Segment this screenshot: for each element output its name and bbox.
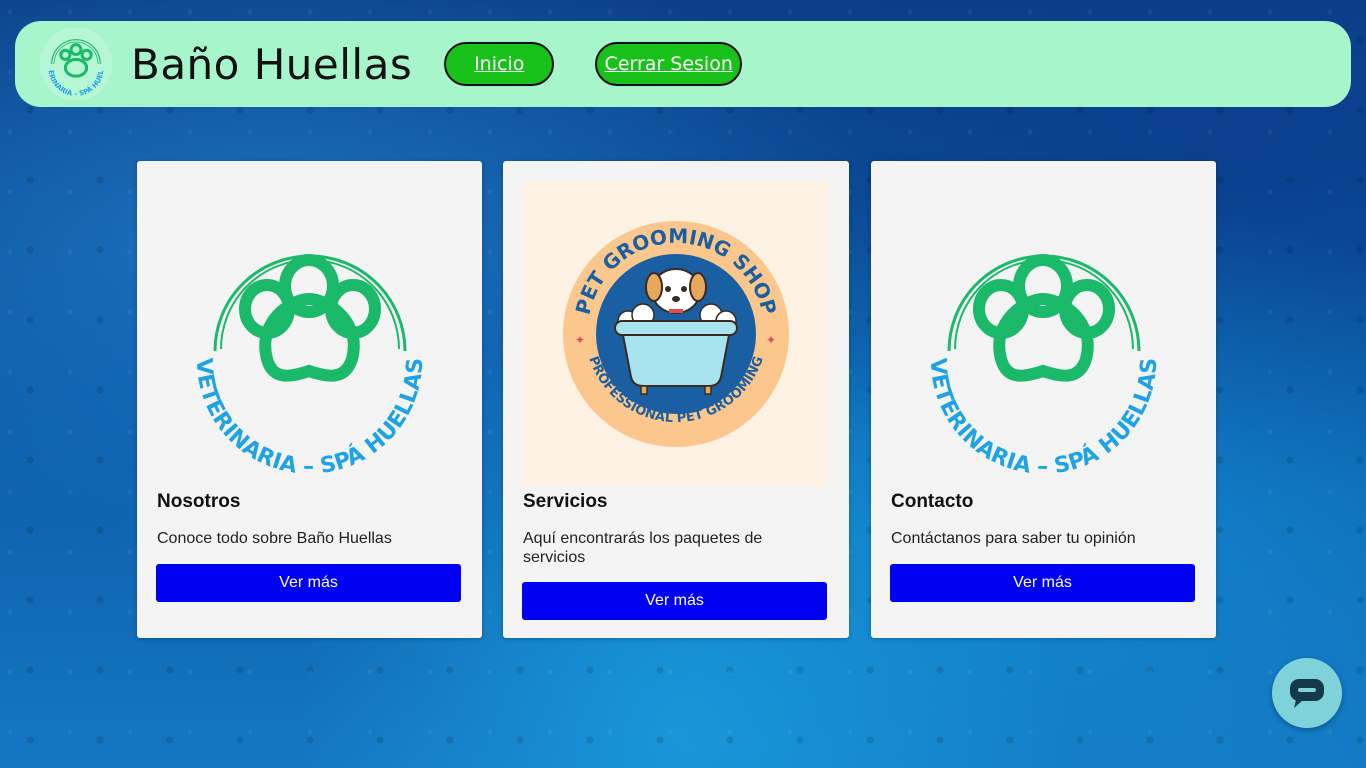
card-title: Contacto (891, 491, 974, 512)
chat-widget-button[interactable] (1272, 658, 1342, 728)
paw-logo-image: VETERINARIA – SPÁ HUELLAS (191, 254, 428, 480)
card-title: Nosotros (157, 491, 241, 512)
card-contacto: VETERINARIA – SPÁ HUELLAS Contacto Contá… (871, 161, 1216, 638)
card-description: Conoce todo sobre Baño Huellas (157, 530, 392, 547)
site-title: Baño Huellas (131, 39, 413, 89)
ver-mas-contacto-button[interactable]: Ver más (890, 564, 1195, 602)
chat-bubble-icon (1290, 679, 1324, 708)
pet-grooming-image: PET GROOMING SHOP PROFESSIONAL PET GROOM… (523, 181, 828, 486)
card-description: Aquí encontrarás los paquetes de servici… (523, 530, 763, 566)
nav-cerrar-sesion-button[interactable]: Cerrar Sesion (595, 42, 743, 86)
svg-text:✦: ✦ (575, 333, 585, 347)
paw-logo-icon[interactable]: VETERINARIA – SPÁ HUELLAS (38, 26, 114, 102)
top-navbar: VETERINARIA – SPÁ HUELLAS Baño Huellas I… (15, 21, 1351, 107)
ver-mas-servicios-button[interactable]: Ver más (522, 582, 827, 620)
card-description: Contáctanos para saber tu opinión (891, 530, 1136, 547)
ver-mas-nosotros-button[interactable]: Ver más (156, 564, 461, 602)
card-servicios: PET GROOMING SHOP PROFESSIONAL PET GROOM… (503, 161, 849, 638)
card-nosotros: VETERINARIA – SPÁ HUELLAS Nosotros Conoc… (137, 161, 482, 638)
card-title: Servicios (523, 491, 608, 512)
paw-logo-image: VETERINARIA – SPÁ HUELLAS (925, 254, 1162, 480)
nav-inicio-button[interactable]: Inicio (444, 42, 555, 86)
svg-text:✦: ✦ (766, 333, 776, 347)
